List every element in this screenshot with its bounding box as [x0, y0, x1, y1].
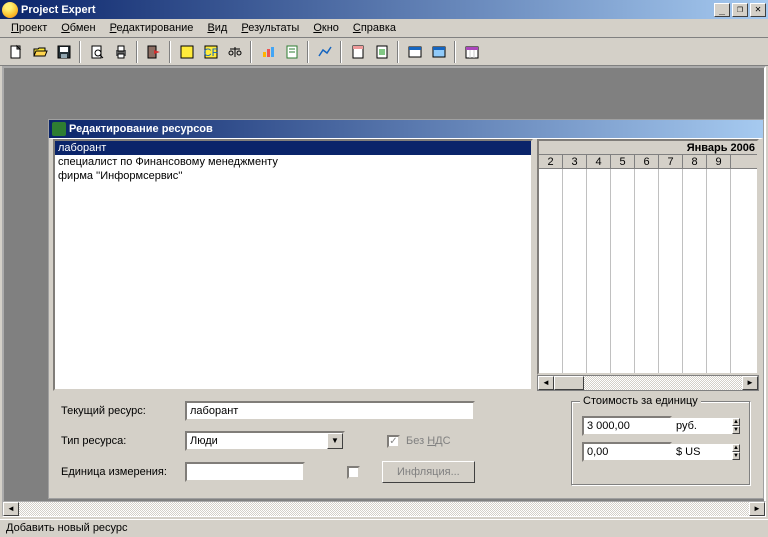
- close-button[interactable]: ✕: [750, 3, 766, 17]
- print-icon[interactable]: [109, 41, 132, 63]
- menu-window[interactable]: Окно: [306, 20, 346, 36]
- gantt-chart[interactable]: Январь 2006 23456789 0: [537, 139, 759, 375]
- gantt-column: [635, 169, 659, 373]
- app-title: Project Expert: [21, 4, 714, 16]
- gantt-day-header: 6: [635, 155, 659, 169]
- no-vat-label: Без НДС: [406, 435, 451, 447]
- cost-groupbox: Стоимость за единицу ▲▼ руб. ▲▼ $: [571, 401, 751, 486]
- gantt-column: [563, 169, 587, 373]
- gantt-column: [683, 169, 707, 373]
- window-icon: [52, 122, 66, 136]
- no-vat-checkbox[interactable]: ✓: [387, 435, 400, 448]
- tool-chart-icon[interactable]: [313, 41, 336, 63]
- list-item[interactable]: лаборант: [55, 141, 531, 155]
- combo-value: Люди: [187, 435, 327, 447]
- gantt-day-header: 8: [683, 155, 707, 169]
- gantt-column: [611, 169, 635, 373]
- chevron-down-icon[interactable]: ▼: [327, 433, 343, 449]
- tool-window2-icon[interactable]: [427, 41, 450, 63]
- new-icon[interactable]: [4, 41, 27, 63]
- unit-label: Единица измерения:: [61, 466, 179, 478]
- status-text: Добавить новый ресурс: [6, 522, 128, 534]
- gantt-day-header: 3: [563, 155, 587, 169]
- gantt-day-header: 5: [611, 155, 635, 169]
- unit-input[interactable]: [185, 462, 305, 482]
- title-bar: Project Expert _ ❐ ✕: [0, 0, 768, 19]
- menu-results[interactable]: Результаты: [234, 20, 306, 36]
- spin-down-icon[interactable]: ▼: [732, 452, 740, 460]
- gantt-column: [707, 169, 731, 373]
- menu-view[interactable]: Вид: [200, 20, 234, 36]
- menu-edit[interactable]: Редактирование: [103, 20, 201, 36]
- tool-doc2-icon[interactable]: [370, 41, 393, 63]
- app-hscroll[interactable]: ◄ ►: [2, 501, 766, 517]
- scroll-right-icon[interactable]: ►: [749, 502, 765, 516]
- mdi-client: Редактирование ресурсов лаборант специал…: [2, 66, 766, 517]
- cost-usd-input[interactable]: [584, 444, 732, 460]
- tool-yellow-icon[interactable]: [175, 41, 198, 63]
- menu-project[interactable]: Проект: [4, 20, 54, 36]
- tool-cf-icon[interactable]: CF: [199, 41, 222, 63]
- current-resource-label: Текущий ресурс:: [61, 405, 179, 417]
- scroll-thumb[interactable]: [554, 376, 584, 390]
- app-icon: [2, 2, 18, 18]
- rub-unit-label: руб.: [676, 420, 697, 432]
- resource-type-label: Тип ресурса:: [61, 435, 179, 447]
- cost-legend: Стоимость за единицу: [580, 395, 701, 407]
- spin-down-icon[interactable]: ▼: [732, 426, 740, 434]
- svg-text:CF: CF: [203, 47, 218, 59]
- tool-window1-icon[interactable]: [403, 41, 426, 63]
- spin-up-icon[interactable]: ▲: [732, 444, 740, 452]
- preview-icon[interactable]: [85, 41, 108, 63]
- gantt-column: [539, 169, 563, 373]
- cost-rub-input[interactable]: [584, 418, 732, 434]
- save-icon[interactable]: [52, 41, 75, 63]
- menu-exchange[interactable]: Обмен: [54, 20, 102, 36]
- usd-unit-label: $ US: [676, 446, 700, 458]
- tool-sheet-icon[interactable]: [280, 41, 303, 63]
- inflation-button[interactable]: Инфляция...: [382, 461, 475, 483]
- inflation-checkbox[interactable]: [347, 466, 360, 479]
- gantt-day-header: 7: [659, 155, 683, 169]
- spin-up-icon[interactable]: ▲: [732, 418, 740, 426]
- scroll-right-icon[interactable]: ►: [742, 376, 758, 390]
- gantt-column: [659, 169, 683, 373]
- resource-type-combo[interactable]: Люди ▼: [185, 431, 345, 451]
- gantt-month-label: Январь 2006: [539, 141, 757, 155]
- open-icon[interactable]: [28, 41, 51, 63]
- inner-title-text: Редактирование ресурсов: [69, 123, 213, 135]
- toolbar: CF: [0, 38, 768, 66]
- gantt-day-header: 4: [587, 155, 611, 169]
- current-resource-input[interactable]: [185, 401, 475, 421]
- list-item[interactable]: фирма ''Информсервис'': [55, 169, 531, 183]
- tool-bars-icon[interactable]: [256, 41, 279, 63]
- cost-usd-spinner[interactable]: ▲▼: [582, 442, 672, 462]
- status-bar: Добавить новый ресурс: [0, 519, 768, 537]
- tool-doc1-icon[interactable]: [346, 41, 369, 63]
- gantt-day-header: 2: [539, 155, 563, 169]
- inner-titlebar[interactable]: Редактирование ресурсов: [49, 120, 763, 138]
- scroll-left-icon[interactable]: ◄: [3, 502, 19, 516]
- scroll-left-icon[interactable]: ◄: [538, 376, 554, 390]
- menu-bar: Проект Обмен Редактирование Вид Результа…: [0, 19, 768, 38]
- gantt-day-header: 9: [707, 155, 731, 169]
- tool-balance-icon[interactable]: [223, 41, 246, 63]
- resource-editor-window: Редактирование ресурсов лаборант специал…: [48, 119, 764, 499]
- resource-list[interactable]: лаборант специалист по Финансовому менед…: [53, 139, 533, 391]
- gantt-column: [587, 169, 611, 373]
- list-item[interactable]: специалист по Финансовому менеджменту: [55, 155, 531, 169]
- minimize-button[interactable]: _: [714, 3, 730, 17]
- tool-calendar-icon[interactable]: [460, 41, 483, 63]
- exit-icon[interactable]: [142, 41, 165, 63]
- gantt-hscroll[interactable]: ◄ ►: [537, 375, 759, 391]
- menu-help[interactable]: Справка: [346, 20, 403, 36]
- cost-rub-spinner[interactable]: ▲▼: [582, 416, 672, 436]
- restore-button[interactable]: ❐: [732, 3, 748, 17]
